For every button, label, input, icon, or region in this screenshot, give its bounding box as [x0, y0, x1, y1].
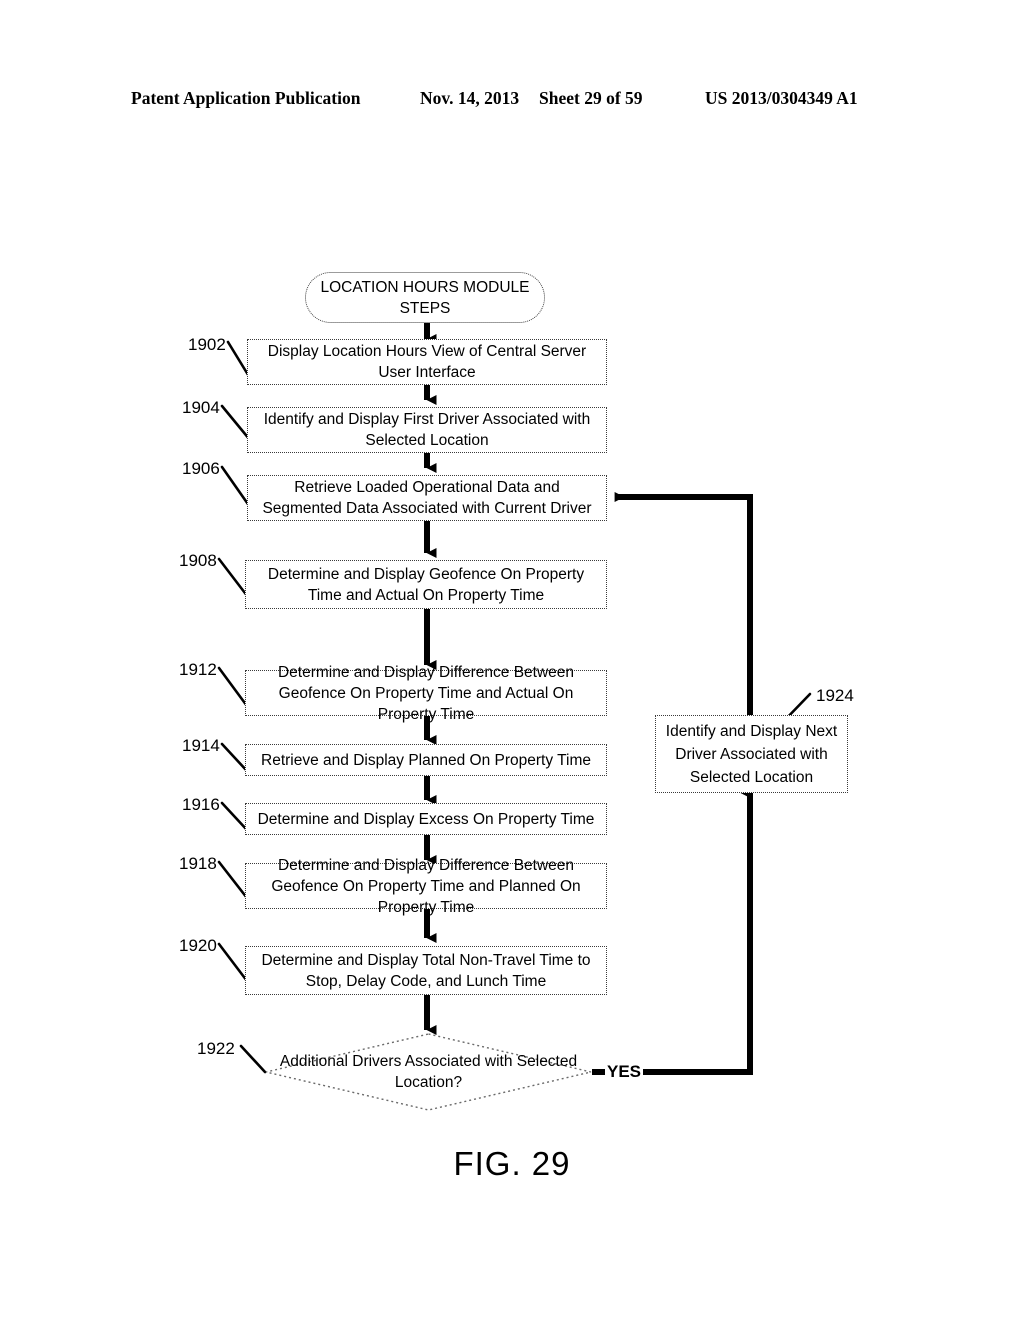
- ref-numeral-1904: 1904: [182, 398, 220, 417]
- flow-node-1902[interactable]: Display Location Hours View of Central S…: [247, 339, 607, 385]
- leader-1912: [217, 666, 249, 708]
- flow-node-1904-label: Identify and Display First Driver Associ…: [263, 411, 591, 449]
- leader-1916: [220, 801, 249, 832]
- ref-numeral-1920: 1920: [179, 936, 217, 955]
- flow-node-1904[interactable]: Identify and Display First Driver Associ…: [247, 407, 607, 453]
- leader-1920: [217, 942, 249, 983]
- flow-node-1912[interactable]: Determine and Display Difference Between…: [245, 664, 607, 723]
- leader-1914: [220, 742, 249, 773]
- figure-caption: FIG. 29: [453, 1145, 571, 1182]
- edge-label-yes: YES: [605, 1062, 644, 1081]
- flow-node-1918[interactable]: Determine and Display Difference Between…: [245, 857, 607, 916]
- ref-numeral-1922: 1922: [197, 1039, 235, 1058]
- ref-numeral-1906: 1906: [182, 459, 220, 478]
- leader-1918: [217, 860, 249, 900]
- decision-diamond-shape: [265, 1033, 592, 1111]
- flow-node-1906[interactable]: Retrieve Loaded Operational Data and Seg…: [247, 475, 607, 521]
- flow-node-1908[interactable]: Determine and Display Geofence On Proper…: [245, 560, 607, 609]
- ref-numeral-1908: 1908: [179, 551, 217, 570]
- ref-numeral-1914: 1914: [182, 736, 220, 755]
- flow-node-1918-label: Determine and Display Difference Between…: [271, 856, 581, 916]
- flow-node-1922-decision[interactable]: Additional Drivers Associated with Selec…: [265, 1033, 592, 1111]
- leader-1908: [217, 557, 250, 599]
- leader-1922: [239, 1044, 267, 1074]
- flow-node-1924-label: Identify and Display Next Driver Associa…: [665, 722, 838, 786]
- edge-1922-yes-to-1924: [592, 788, 753, 1075]
- ref-numeral-1912: 1912: [179, 660, 217, 679]
- flow-node-start-terminal[interactable]: LOCATION HOURS MODULE STEPS: [305, 272, 545, 323]
- ref-numeral-1902: 1902: [188, 335, 226, 354]
- flow-node-1920[interactable]: Determine and Display Total Non-Travel T…: [245, 946, 607, 995]
- flow-node-1912-label: Determine and Display Difference Between…: [277, 663, 575, 723]
- leader-1904: [220, 404, 252, 442]
- flow-node-start-label: LOCATION HOURS MODULE STEPS: [320, 278, 530, 317]
- flow-node-1914[interactable]: Retrieve and Display Planned On Property…: [245, 744, 607, 776]
- ref-numeral-1916: 1916: [182, 795, 220, 814]
- flow-node-1924[interactable]: Identify and Display Next Driver Associa…: [655, 715, 848, 793]
- flow-node-1906-label: Retrieve Loaded Operational Data and Seg…: [262, 479, 592, 517]
- flow-node-1916-label: Determine and Display Excess On Property…: [257, 810, 595, 828]
- flow-node-1908-label: Determine and Display Geofence On Proper…: [267, 565, 585, 604]
- leader-1906: [220, 465, 252, 509]
- flow-node-1902-label: Display Location Hours View of Central S…: [267, 343, 587, 381]
- ref-numeral-1924: 1924: [816, 686, 854, 705]
- flowchart-diagram: LOCATION HOURS MODULE STEPS Display Loca…: [0, 0, 1024, 1320]
- ref-numeral-1918: 1918: [179, 854, 217, 873]
- flow-node-1920-label: Determine and Display Total Non-Travel T…: [261, 951, 591, 990]
- edge-1924-to-1906: [614, 492, 753, 715]
- flowchart-connectors: [217, 323, 812, 1075]
- flow-node-1916[interactable]: Determine and Display Excess On Property…: [245, 803, 607, 835]
- flow-node-1914-label: Retrieve and Display Planned On Property…: [261, 751, 591, 769]
